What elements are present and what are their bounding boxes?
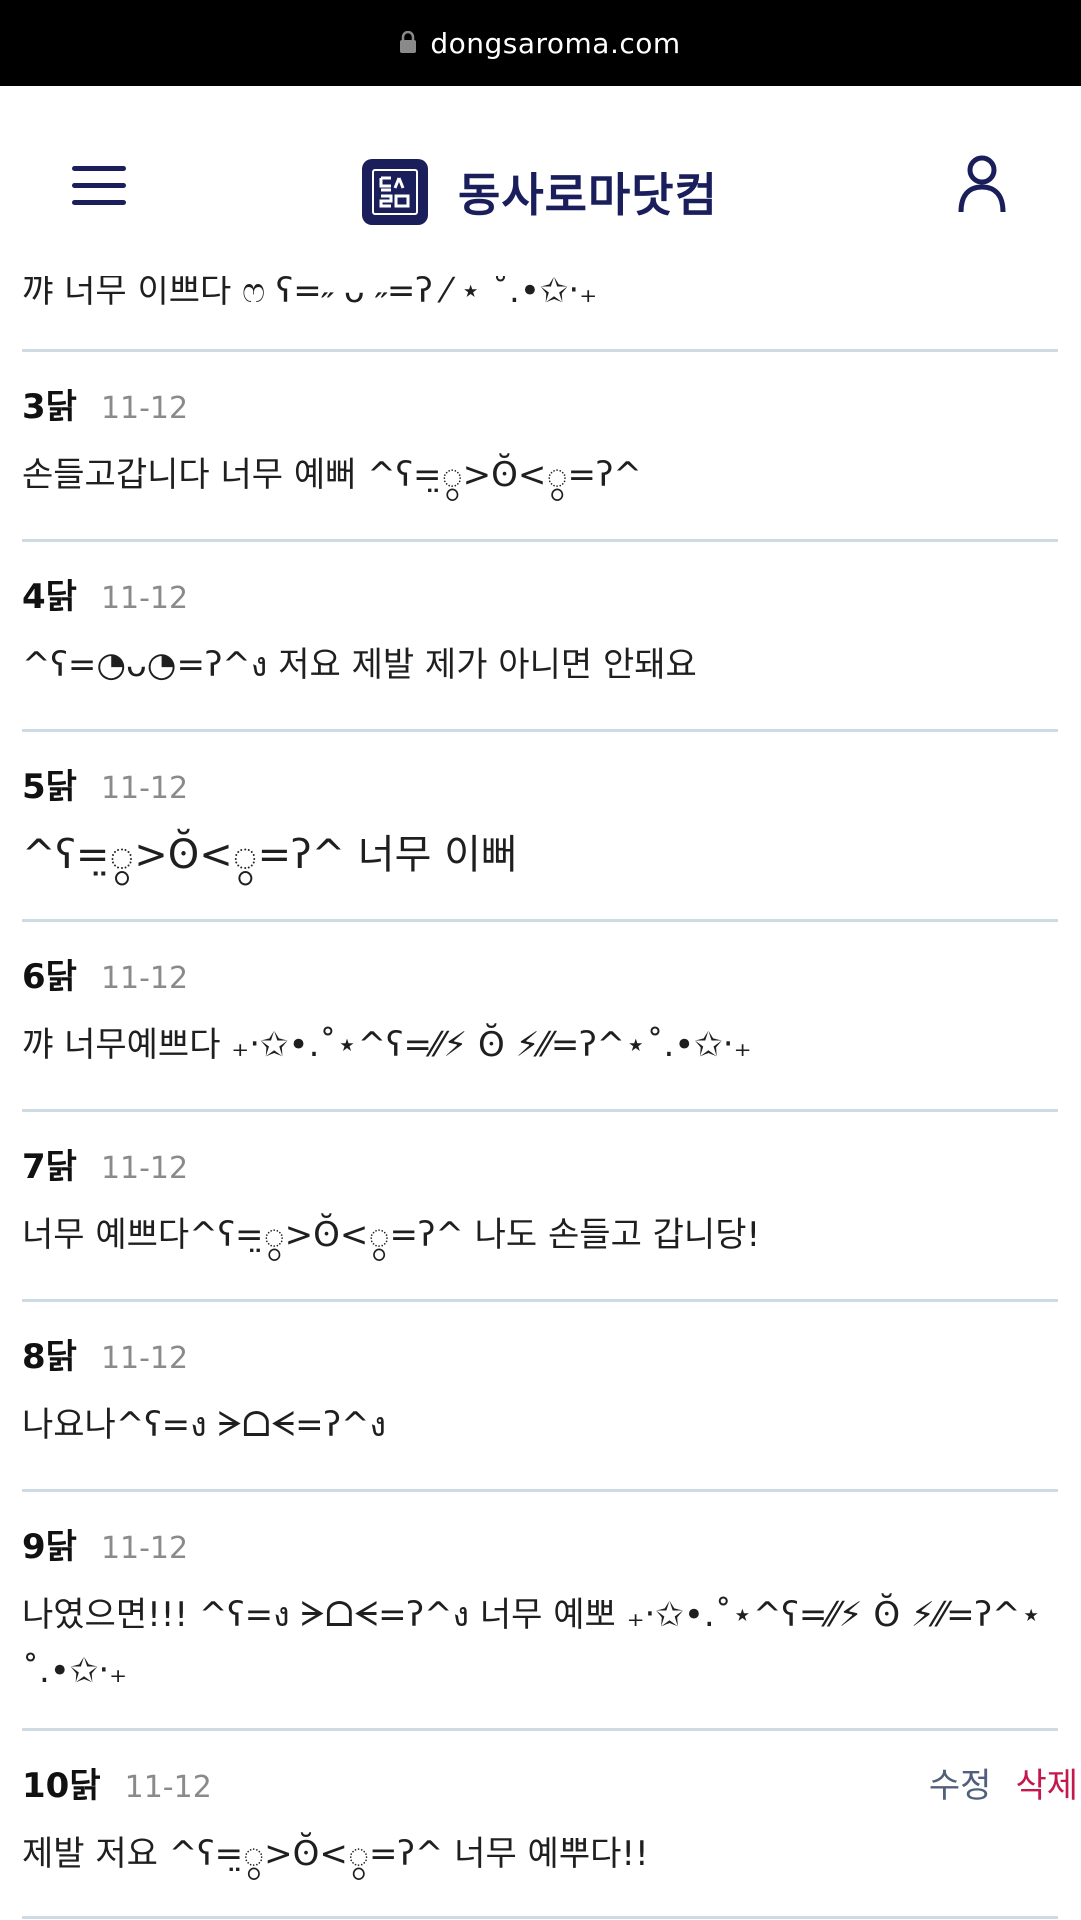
browser-url-bar[interactable]: dongsaroma.com bbox=[0, 0, 1081, 86]
comment-divider bbox=[22, 1728, 1058, 1731]
comment-item: 8닭 11-12 나요나^ʕ=ง ᗒᗝᗕ=ʔ^ง bbox=[22, 1329, 1058, 1453]
user-icon[interactable] bbox=[958, 154, 1006, 214]
lock-icon bbox=[400, 31, 417, 53]
site-header: 동사로마닷컴 bbox=[0, 86, 1081, 276]
comment-author: 5닭 bbox=[22, 767, 77, 807]
comment-date: 11-12 bbox=[100, 1531, 189, 1566]
comment-text: 손들고갑니다 너무 예뻐 ^ʕ=̤ွ>ʘ̆<ွ=ʔ^ bbox=[22, 455, 642, 495]
comment-item: 3닭 11-12 손들고갑니다 너무 예뻐 ^ʕ=̤ွ>ʘ̆<ွ=ʔ^ bbox=[22, 379, 1058, 503]
comment-text: 꺄 너무예쁘다 ₊‧✩•.˚⋆^ʕ=⁄⁄⚡ ʘ̆ ⚡⁄⁄=ʔ^⋆˚.•✩‧₊ bbox=[22, 1025, 752, 1065]
site-logo bbox=[362, 159, 428, 225]
comment-date: 11-12 bbox=[100, 1151, 189, 1186]
comment-divider bbox=[22, 919, 1058, 922]
delete-button[interactable]: 삭제 bbox=[1015, 1758, 1078, 1807]
comment-divider bbox=[22, 1109, 1058, 1112]
url-text: dongsaroma.com bbox=[430, 26, 681, 60]
comment-date: 11-12 bbox=[100, 771, 189, 806]
comment-date: 11-12 bbox=[100, 1341, 189, 1376]
comment-text: ^ʕ=◔ᴗ◔=ʔ^ง 저요 제발 제가 아니면 안돼요 bbox=[22, 645, 697, 685]
comment-divider bbox=[22, 729, 1058, 732]
comment-item: 10닭 11-12 수정 삭제 제발 저요 ^ʕ=̤ွ>ʘ̆<ွ=ʔ^ 너무 예… bbox=[22, 1758, 1078, 1882]
site-title: 동사로마닷컴 bbox=[458, 168, 718, 222]
comment-author: 6닭 bbox=[22, 957, 77, 997]
comment-divider bbox=[22, 349, 1058, 352]
comment-actions: 수정 삭제 bbox=[929, 1758, 1078, 1807]
comment-item: 7닭 11-12 너무 예쁘다^ʕ=̤ွ>ʘ̆<ွ=ʔ^ 나도 손들고 갑니당! bbox=[22, 1139, 1058, 1263]
comment-divider bbox=[22, 539, 1058, 542]
comment-text: 너무 예쁘다^ʕ=̤ွ>ʘ̆<ွ=ʔ^ 나도 손들고 갑니당! bbox=[22, 1215, 761, 1255]
comment-list: 꺄 너무 이쁘다 ෆ ʕ=˶ ᴗ ˶=ʔ ⁄ ⋆ ˚.•✩‧₊ 3닭 11-12… bbox=[0, 276, 1081, 1920]
comment-divider bbox=[22, 1916, 1058, 1919]
hamburger-icon[interactable] bbox=[72, 166, 126, 208]
comment-author: 10닭 bbox=[22, 1766, 101, 1806]
comment-date: 11-12 bbox=[100, 961, 189, 996]
comment-author: 3닭 bbox=[22, 387, 77, 427]
site-brand[interactable]: 동사로마닷컴 bbox=[362, 158, 718, 226]
comment-text: 나요나^ʕ=ง ᗒᗝᗕ=ʔ^ง bbox=[22, 1405, 387, 1445]
comment-author: 8닭 bbox=[22, 1337, 77, 1377]
comment-text: 나였으면!!! ^ʕ=ง ᗒᗝᗕ=ʔ^ง 너무 예뽀 ₊‧✩•.˚⋆^ʕ=⁄⁄⚡… bbox=[22, 1595, 1042, 1691]
comment-text-partial: 꺄 너무 이쁘다 ෆ ʕ=˶ ᴗ ˶=ʔ ⁄ ⋆ ˚.•✩‧₊ bbox=[22, 276, 598, 311]
comment-text: 제발 저요 ^ʕ=̤ွ>ʘ̆<ွ=ʔ^ 너무 예뿌다!! bbox=[22, 1834, 649, 1874]
comment-date: 11-12 bbox=[100, 391, 189, 426]
site-logo-mark bbox=[372, 169, 418, 215]
comment-divider bbox=[22, 1299, 1058, 1302]
comment-date: 11-12 bbox=[124, 1770, 212, 1805]
comment-author: 9닭 bbox=[22, 1527, 77, 1567]
comment-item: 9닭 11-12 나였으면!!! ^ʕ=ง ᗒᗝᗕ=ʔ^ง 너무 예뽀 ₊‧✩•… bbox=[22, 1519, 1058, 1699]
comment-date: 11-12 bbox=[100, 581, 189, 616]
comment-item: 6닭 11-12 꺄 너무예쁘다 ₊‧✩•.˚⋆^ʕ=⁄⁄⚡ ʘ̆ ⚡⁄⁄=ʔ^… bbox=[22, 949, 1058, 1073]
comment-text: ^ʕ=̤ွ>ʘ̆<ွ=ʔ^ 너무 이뻐 bbox=[22, 832, 518, 878]
comment-author: 7닭 bbox=[22, 1147, 77, 1187]
comment-item: 4닭 11-12 ^ʕ=◔ᴗ◔=ʔ^ง 저요 제발 제가 아니면 안돼요 bbox=[22, 569, 1058, 693]
comment-item: 5닭 11-12 ^ʕ=̤ွ>ʘ̆<ွ=ʔ^ 너무 이뻐 bbox=[22, 759, 1058, 883]
comment-author: 4닭 bbox=[22, 577, 77, 617]
edit-button[interactable]: 수정 bbox=[929, 1758, 992, 1807]
comment-divider bbox=[22, 1489, 1058, 1492]
